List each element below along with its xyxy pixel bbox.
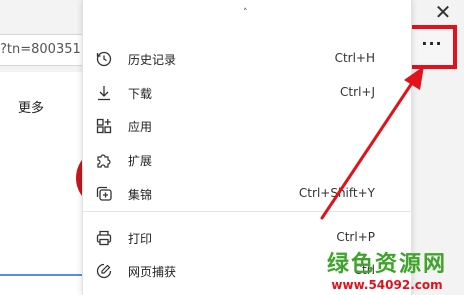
menu-item-label: 历史记录 bbox=[128, 53, 177, 67]
settings-and-more-button[interactable]: ··· bbox=[407, 25, 457, 69]
close-button[interactable]: ✕ bbox=[428, 0, 458, 24]
print-icon bbox=[96, 230, 112, 246]
collections-icon bbox=[96, 186, 112, 201]
scroll-up-icon[interactable]: ˄ bbox=[243, 8, 248, 18]
apps-icon bbox=[96, 118, 112, 134]
address-text: ?tn=800351 bbox=[0, 42, 81, 57]
extensions-icon bbox=[97, 154, 111, 168]
menu-item-label: 扩展 bbox=[128, 154, 153, 168]
menu-item-label: 下载 bbox=[128, 87, 153, 101]
menu-item-apps[interactable]: 应用 bbox=[83, 111, 411, 141]
menu-item-downloads[interactable]: 下载 Ctrl+J bbox=[83, 78, 411, 108]
download-icon bbox=[98, 86, 110, 101]
menu-item-label: 应用 bbox=[128, 120, 153, 134]
menu-item-history[interactable]: 历史记录 Ctrl+H bbox=[83, 44, 411, 74]
close-icon: ✕ bbox=[434, 0, 452, 24]
menu-item-shortcut: Ctrl+J bbox=[340, 85, 375, 99]
menu-item-collections[interactable]: 集锦 Ctrl+Shift+Y bbox=[83, 179, 411, 209]
history-icon bbox=[96, 51, 112, 67]
menu-item-shortcut: Ctrl+Shift+Y bbox=[298, 186, 375, 200]
more-link[interactable]: 更多 bbox=[18, 97, 44, 116]
menu-divider bbox=[83, 211, 411, 212]
web-capture-icon bbox=[96, 263, 112, 279]
watermark-title: 绿色资源网 bbox=[326, 252, 447, 277]
watermark: 绿色资源网 www.54092.com bbox=[312, 252, 462, 294]
menu-item-shortcut: Ctrl+H bbox=[334, 51, 375, 65]
watermark-url: www.54092.com bbox=[331, 278, 443, 292]
menu-item-label: 集锦 bbox=[128, 188, 153, 202]
menu-item-shortcut: Ctrl+P bbox=[336, 230, 375, 244]
menu-item-label: 打印 bbox=[128, 232, 153, 246]
settings-menu: ˄ 历史记录 Ctrl+H 下载 Ctrl+J 应用 扩展 集锦 Ctrl+Sh… bbox=[82, 0, 412, 295]
ellipsis-icon: ··· bbox=[421, 34, 443, 53]
menu-item-print[interactable]: 打印 Ctrl+P bbox=[83, 223, 411, 253]
menu-item-extensions[interactable]: 扩展 bbox=[83, 145, 411, 175]
menu-item-label: 网页捕获 bbox=[128, 265, 177, 279]
